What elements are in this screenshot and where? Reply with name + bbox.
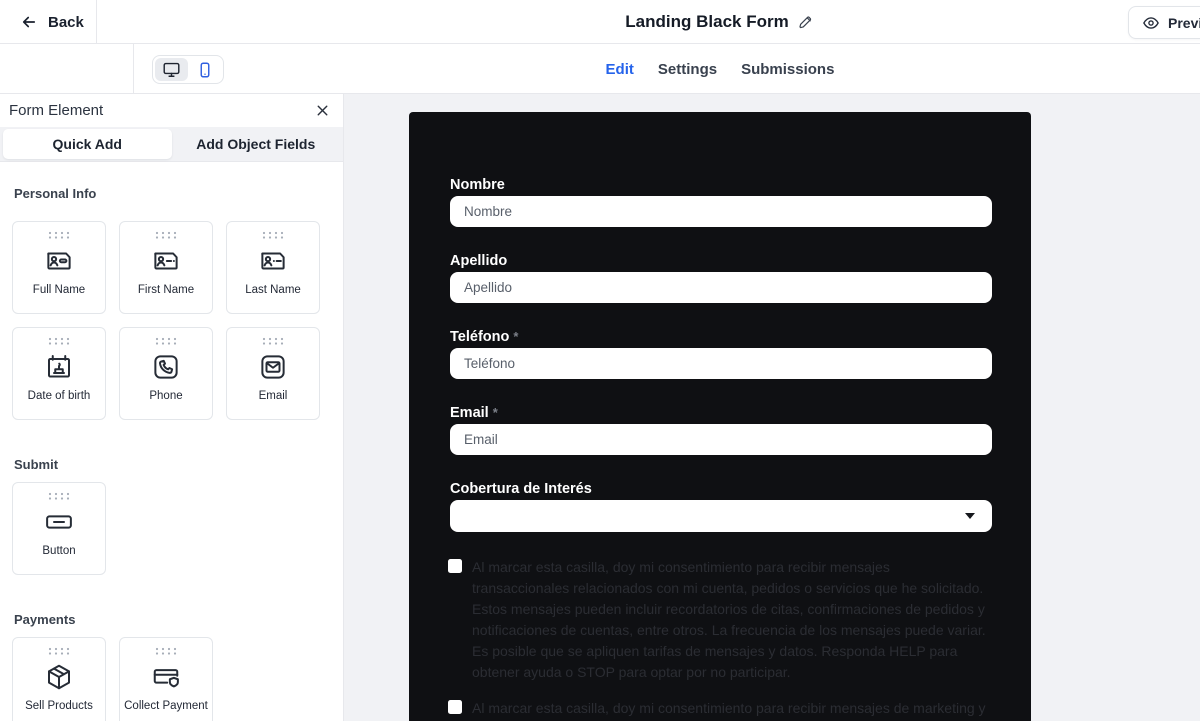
field-label: Cobertura de Interés <box>450 481 592 497</box>
panel-tab-bar: Quick Add Add Object Fields <box>0 127 343 162</box>
page-title-wrap: Landing Black Form <box>625 0 814 44</box>
tab-add-object-fields[interactable]: Add Object Fields <box>172 129 341 159</box>
element-card-phone[interactable]: Phone <box>119 327 213 420</box>
email-icon <box>258 351 288 383</box>
element-card-collect-payment[interactable]: Collect Payment <box>119 637 213 721</box>
form-element-panel: Form Element Quick Add Add Object Fields… <box>0 94 344 721</box>
tab-quick-add[interactable]: Quick Add <box>3 129 172 159</box>
cobertura-select[interactable] <box>450 500 992 532</box>
required-asterisk: * <box>492 405 498 420</box>
section-payments: Payments <box>14 612 76 627</box>
arrow-left-icon <box>20 13 38 31</box>
preview-label: Preview <box>1168 14 1200 31</box>
field-telefono: Teléfono * <box>450 328 992 379</box>
button-icon <box>43 506 75 538</box>
drag-handle-icon <box>155 337 177 345</box>
drag-handle-icon <box>155 647 177 655</box>
tab-submissions[interactable]: Submissions <box>741 61 834 78</box>
element-card-last-name[interactable]: Last Name <box>226 221 320 314</box>
payment-card-icon <box>151 661 181 693</box>
panel-title: Form Element <box>9 102 104 119</box>
phone-icon <box>151 351 181 383</box>
eye-icon <box>1142 14 1160 32</box>
field-email: Email * <box>450 404 992 455</box>
pencil-icon[interactable] <box>798 14 815 31</box>
full-name-icon <box>44 245 74 277</box>
back-label: Back <box>48 13 84 31</box>
nombre-input[interactable] <box>450 196 992 227</box>
caret-down-icon <box>965 513 975 519</box>
drag-handle-icon <box>155 231 177 239</box>
personal-info-grid: Full Name First Name Last Name Date of b… <box>0 221 343 420</box>
drag-handle-icon <box>262 231 284 239</box>
first-name-icon <box>151 245 181 277</box>
field-label: Teléfono * <box>450 329 519 345</box>
product-box-icon <box>44 661 74 693</box>
telefono-input[interactable] <box>450 348 992 379</box>
field-label: Email * <box>450 405 498 421</box>
toolbar-divider <box>133 44 134 94</box>
submit-grid: Button <box>0 482 343 575</box>
section-personal-info: Personal Info <box>14 186 97 201</box>
field-label: Nombre <box>450 177 505 193</box>
top-bar: Back Landing Black Form Preview <box>0 0 1200 44</box>
apellido-input[interactable] <box>450 272 992 303</box>
drag-handle-icon <box>48 492 70 500</box>
email-input[interactable] <box>450 424 992 455</box>
element-card-sell-products[interactable]: Sell Products <box>12 637 106 721</box>
topbar-divider <box>96 0 97 44</box>
required-asterisk: * <box>513 329 519 344</box>
tab-edit[interactable]: Edit <box>606 61 634 78</box>
field-nombre: Nombre <box>450 176 992 227</box>
payments-grid: Sell Products Collect Payment <box>0 637 343 721</box>
consent-transactional: Al marcar esta casilla, doy mi consentim… <box>448 557 992 683</box>
form-builder-tabs: Edit Settings Submissions <box>606 44 835 94</box>
element-card-first-name[interactable]: First Name <box>119 221 213 314</box>
tab-settings[interactable]: Settings <box>658 61 717 78</box>
field-apellido: Apellido <box>450 252 992 303</box>
builder-toolbar: Edit Settings Submissions <box>0 44 1200 121</box>
drag-handle-icon <box>48 647 70 655</box>
consent-checkbox[interactable] <box>448 700 462 714</box>
consent-checkbox[interactable] <box>448 559 462 573</box>
drag-handle-icon <box>262 337 284 345</box>
drag-handle-icon <box>48 231 70 239</box>
section-submit: Submit <box>14 457 59 472</box>
element-card-full-name[interactable]: Full Name <box>12 221 106 314</box>
consent-marketing: Al marcar esta casilla, doy mi consentim… <box>448 698 992 721</box>
element-card-email[interactable]: Email <box>226 327 320 420</box>
page-title: Landing Black Form <box>625 12 789 31</box>
birthday-calendar-icon <box>44 351 74 383</box>
element-card-date-of-birth[interactable]: Date of birth <box>12 327 106 420</box>
consent-text: Al marcar esta casilla, doy mi consentim… <box>472 559 986 680</box>
mobile-view-button[interactable] <box>189 58 222 81</box>
close-icon[interactable] <box>314 102 331 119</box>
preview-button[interactable]: Preview <box>1128 6 1200 39</box>
form-canvas[interactable]: Nombre Apellido Teléfono* Email* Cobertu… <box>409 112 1031 721</box>
device-view-toggle <box>152 55 224 84</box>
element-card-button[interactable]: Button <box>12 482 106 575</box>
last-name-icon <box>258 245 288 277</box>
consent-text: Al marcar esta casilla, doy mi consentim… <box>472 700 986 716</box>
field-cobertura: Cobertura de Interés <box>450 480 992 532</box>
drag-handle-icon <box>48 337 70 345</box>
back-button[interactable]: Back <box>20 10 84 34</box>
desktop-view-button[interactable] <box>155 58 188 81</box>
field-label: Apellido <box>450 253 508 269</box>
